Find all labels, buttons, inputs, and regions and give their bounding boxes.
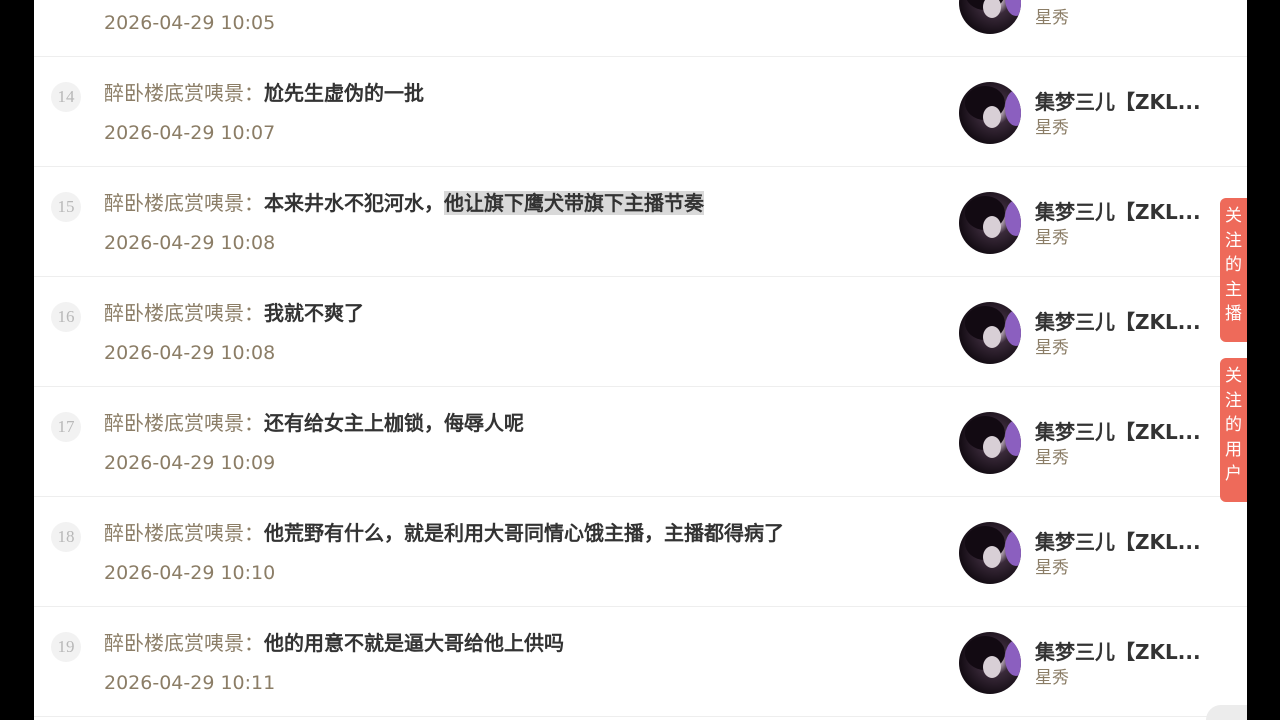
- user-type-label: 星秀: [1035, 228, 1069, 248]
- comment-sender[interactable]: 醉卧楼底赏咦景：: [104, 191, 264, 215]
- user-name[interactable]: 集梦三儿【ZKL...: [1035, 309, 1207, 335]
- comment-content: 他的用意不就是逼大哥给他上供吗: [264, 631, 564, 655]
- user-type-label: 星秀: [1035, 338, 1069, 358]
- comment-sender[interactable]: 醉卧楼底赏咦景：: [104, 81, 264, 105]
- comment-message: 醉卧楼底赏咦景：尬先生虚伪的一批: [104, 79, 424, 107]
- avatar[interactable]: [959, 302, 1021, 364]
- comment-message: 醉卧楼底赏咦景：我就不爽了: [104, 299, 364, 327]
- comment-time: 2026-04-29 10:05: [104, 12, 276, 34]
- user-type-label: 星秀: [1035, 118, 1069, 138]
- comment-time: 2026-04-29 10:08: [104, 342, 276, 364]
- comment-sender[interactable]: 醉卧楼底赏咦景：: [104, 411, 264, 435]
- comment-content-highlight: 他让旗下鹰犬带旗下主播节奏: [444, 191, 704, 215]
- comment-content: 尬先生虚伪的一批: [264, 81, 424, 105]
- comment-message: 醉卧楼底赏咦景：他荒野有什么，就是利用大哥同情心饿主播，主播都得病了: [104, 519, 784, 547]
- avatar[interactable]: [959, 0, 1021, 34]
- list-item: 17 醉卧楼底赏咦景：还有给女主上枷锁，侮辱人呢 2026-04-29 10:0…: [34, 387, 1247, 497]
- list-item: 14 醉卧楼底赏咦景：尬先生虚伪的一批 2026-04-29 10:07 集梦三…: [34, 57, 1247, 167]
- row-index-badge: 17: [51, 412, 81, 442]
- user-name[interactable]: 集梦三儿【ZKL...: [1035, 199, 1207, 225]
- comment-sender[interactable]: 醉卧楼底赏咦景：: [104, 631, 264, 655]
- user-type-label: 星秀: [1035, 558, 1069, 578]
- row-index-badge: 18: [51, 522, 81, 552]
- comment-message: 醉卧楼底赏咦景：他的用意不就是逼大哥给他上供吗: [104, 629, 564, 657]
- comment-message: 醉卧楼底赏咦景：本来井水不犯河水，他让旗下鹰犬带旗下主播节奏: [104, 189, 704, 217]
- comment-time: 2026-04-29 10:09: [104, 452, 276, 474]
- list-item: 15 醉卧楼底赏咦景：本来井水不犯河水，他让旗下鹰犬带旗下主播节奏 2026-0…: [34, 167, 1247, 277]
- row-index-badge: 16: [51, 302, 81, 332]
- followed-streamers-button[interactable]: 关 注 的 主 播: [1220, 198, 1247, 342]
- list-item: 2026-04-29 10:05 星秀: [34, 0, 1247, 57]
- list-item: 18 醉卧楼底赏咦景：他荒野有什么，就是利用大哥同情心饿主播，主播都得病了 20…: [34, 497, 1247, 607]
- comment-sender[interactable]: 醉卧楼底赏咦景：: [104, 301, 264, 325]
- avatar[interactable]: [959, 412, 1021, 474]
- comment-list-panel: 2026-04-29 10:05 星秀 14 醉卧楼底赏咦景：尬先生虚伪的一批 …: [34, 0, 1247, 720]
- comment-time: 2026-04-29 10:08: [104, 232, 276, 254]
- user-type-label: 星秀: [1035, 8, 1069, 28]
- list-item: 16 醉卧楼底赏咦景：我就不爽了 2026-04-29 10:08 集梦三儿【Z…: [34, 277, 1247, 387]
- comment-time: 2026-04-29 10:10: [104, 562, 276, 584]
- row-index-badge: 14: [51, 82, 81, 112]
- user-type-label: 星秀: [1035, 668, 1069, 688]
- scroll-top-button[interactable]: [1206, 705, 1247, 720]
- avatar[interactable]: [959, 632, 1021, 694]
- comment-time: 2026-04-29 10:11: [104, 672, 276, 694]
- comment-time: 2026-04-29 10:07: [104, 122, 276, 144]
- comment-content: 还有给女主上枷锁，侮辱人呢: [264, 411, 524, 435]
- followed-users-button[interactable]: 关 注 的 用 户: [1220, 358, 1247, 502]
- list-item: 19 醉卧楼底赏咦景：他的用意不就是逼大哥给他上供吗 2026-04-29 10…: [34, 607, 1247, 717]
- avatar[interactable]: [959, 82, 1021, 144]
- user-name[interactable]: 集梦三儿【ZKL...: [1035, 639, 1207, 665]
- avatar[interactable]: [959, 192, 1021, 254]
- user-type-label: 星秀: [1035, 448, 1069, 468]
- user-name[interactable]: 集梦三儿【ZKL...: [1035, 419, 1207, 445]
- avatar[interactable]: [959, 522, 1021, 584]
- comment-content: 我就不爽了: [264, 301, 364, 325]
- comment-content: 他荒野有什么，就是利用大哥同情心饿主播，主播都得病了: [264, 521, 784, 545]
- row-index-badge: 19: [51, 632, 81, 662]
- user-name[interactable]: 集梦三儿【ZKL...: [1035, 89, 1207, 115]
- comment-message: 醉卧楼底赏咦景：还有给女主上枷锁，侮辱人呢: [104, 409, 524, 437]
- comment-content: 本来井水不犯河水，: [264, 191, 444, 215]
- comment-sender[interactable]: 醉卧楼底赏咦景：: [104, 521, 264, 545]
- row-index-badge: 15: [51, 192, 81, 222]
- user-name[interactable]: 集梦三儿【ZKL...: [1035, 529, 1207, 555]
